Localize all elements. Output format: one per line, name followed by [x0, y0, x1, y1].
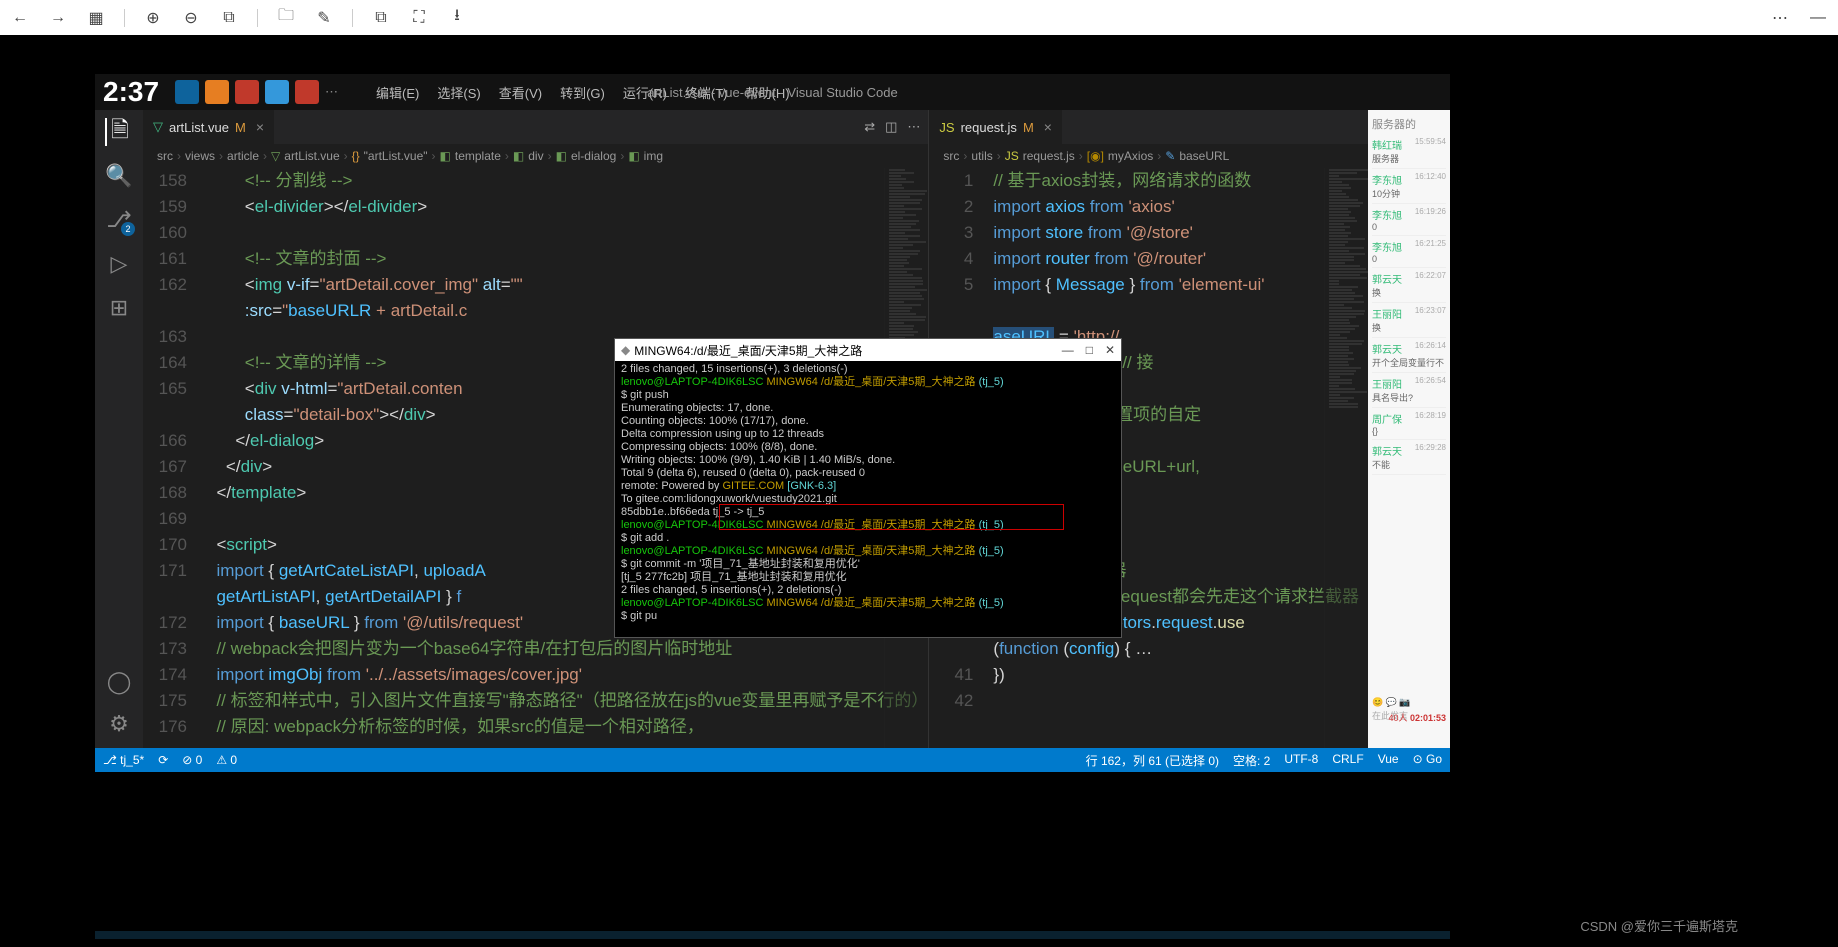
app-icon-1	[175, 80, 199, 104]
download-icon[interactable]: ⭳	[447, 8, 467, 28]
screenshot-frame: 2:37 ⋯ 编辑(E) 选择(S) 查看(V) 转到(G) 运行(R) 终端(…	[0, 49, 1838, 939]
terminal-window: ◆ MINGW64:/d/最近_桌面/天津5期_大神之路 — □ ✕ 2 fil…	[614, 338, 1122, 638]
tab-request[interactable]: JS request.js M ×	[929, 110, 1062, 144]
zoom-out-icon[interactable]: ⊖	[181, 8, 201, 28]
extensions-icon[interactable]: ⊞	[105, 294, 133, 322]
more-icon[interactable]: ⋯	[1770, 8, 1790, 28]
app-icon-2	[205, 80, 229, 104]
maximize-icon[interactable]: □	[1086, 343, 1093, 357]
breadcrumb-left[interactable]: src› views› article› ▽artList.vue› {}"ar…	[143, 144, 928, 168]
warnings[interactable]: ⚠ 0	[216, 753, 237, 767]
grid-icon[interactable]: ▦	[86, 8, 106, 28]
watermark: CSDN @爱你三千遍斯塔克	[1580, 916, 1738, 935]
clock: 2:37	[103, 76, 159, 108]
menu-edit[interactable]: 编辑(E)	[370, 81, 425, 104]
folder-icon[interactable]: 🗀	[276, 8, 296, 28]
language[interactable]: Vue	[1378, 752, 1399, 769]
activity-bar: 🗎 🔍 ⎇2 ▷ ⊞ ◯ ⚙	[95, 110, 143, 748]
highlight-box	[719, 504, 1064, 530]
spaces[interactable]: 空格: 2	[1233, 752, 1270, 769]
app-icon-4	[265, 80, 289, 104]
menu-go[interactable]: 转到(G)	[554, 81, 611, 104]
forward-icon[interactable]: →	[48, 8, 68, 28]
explorer-icon[interactable]: 🗎	[105, 118, 133, 146]
tab-artlist[interactable]: ▽ artList.vue M ×	[143, 110, 274, 144]
taskbar	[95, 931, 1450, 939]
status-bar: ⎇ tj_5* ⟳ ⊘ 0 ⚠ 0 行 162，列 61 (已选择 0) 空格:…	[95, 748, 1450, 772]
back-icon[interactable]: ←	[10, 8, 30, 28]
minimap-right[interactable]	[1324, 168, 1368, 748]
branch-indicator[interactable]: ⎇ tj_5*	[103, 753, 144, 767]
search-icon[interactable]: 🔍	[105, 162, 133, 190]
close-icon[interactable]: ×	[1040, 119, 1052, 135]
reader-icon[interactable]: ⧉	[219, 8, 239, 28]
eol[interactable]: CRLF	[1332, 752, 1363, 769]
browser-toolbar: ← → ▦ ⊕ ⊖ ⧉ 🗀 ✎ ⧉ ⛶ ⭳ ⋯ —	[0, 0, 1838, 35]
compare-icon[interactable]: ⇄	[864, 119, 875, 135]
split-icon[interactable]: ◫	[885, 119, 897, 135]
menu-view[interactable]: 查看(V)	[493, 81, 548, 104]
close-icon[interactable]: ×	[252, 119, 264, 135]
scm-icon[interactable]: ⎇2	[105, 206, 133, 234]
errors[interactable]: ⊘ 0	[182, 753, 202, 767]
app-icon-5	[295, 80, 319, 104]
note-icon[interactable]: ✎	[314, 8, 334, 28]
minimize-icon[interactable]: —	[1062, 343, 1074, 357]
tab-row-right: JS request.js M ×	[929, 110, 1368, 144]
app-icon-3	[235, 80, 259, 104]
minimize-icon[interactable]: —	[1808, 8, 1828, 28]
breadcrumb-right[interactable]: src› utils› JSrequest.js› [◉]myAxios› ✎b…	[929, 144, 1368, 168]
copy-icon[interactable]: ⧉	[371, 8, 391, 28]
top-strip: 2:37 ⋯ 编辑(E) 选择(S) 查看(V) 转到(G) 运行(R) 终端(…	[95, 74, 1450, 110]
cursor-position[interactable]: 行 162，列 61 (已选择 0)	[1086, 752, 1219, 769]
close-icon[interactable]: ✕	[1105, 343, 1115, 357]
account-icon[interactable]: ◯	[105, 668, 133, 696]
terminal-body[interactable]: 2 files changed, 15 insertions(+), 3 del…	[615, 361, 1121, 637]
tab-row-left: ▽ artList.vue M × ⇄ ◫ ⋯	[143, 110, 928, 144]
maximize-icon[interactable]: ⛶	[409, 8, 429, 28]
menu-select[interactable]: 选择(S)	[431, 81, 486, 104]
gear-icon[interactable]: ⚙	[105, 710, 133, 738]
encoding[interactable]: UTF-8	[1284, 752, 1318, 769]
more-icon[interactable]: ⋯	[907, 119, 920, 135]
chat-panel: 服务器的 韩红瑞15:59:54服务器李东旭16:12:4010分钟李东旭16:…	[1368, 110, 1450, 748]
window-title: artList.vue - vue-event - Visual Studio …	[647, 85, 898, 100]
go-live[interactable]: ⊙ Go	[1413, 752, 1442, 769]
sync-icon[interactable]: ⟳	[158, 753, 168, 767]
debug-icon[interactable]: ▷	[105, 250, 133, 278]
zoom-in-icon[interactable]: ⊕	[143, 8, 163, 28]
terminal-titlebar[interactable]: ◆ MINGW64:/d/最近_桌面/天津5期_大神之路 — □ ✕	[615, 339, 1121, 361]
